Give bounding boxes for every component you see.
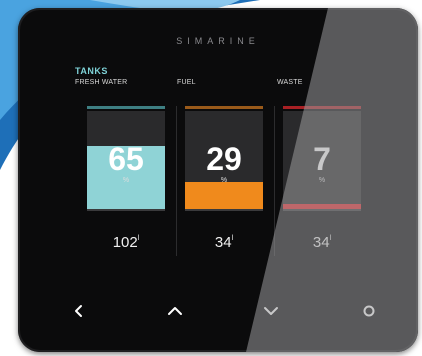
tank-monitor-device: SIMARINE TANKS FRESH WATER FUEL WASTE 65… <box>18 8 418 352</box>
screen-glare <box>246 8 418 352</box>
